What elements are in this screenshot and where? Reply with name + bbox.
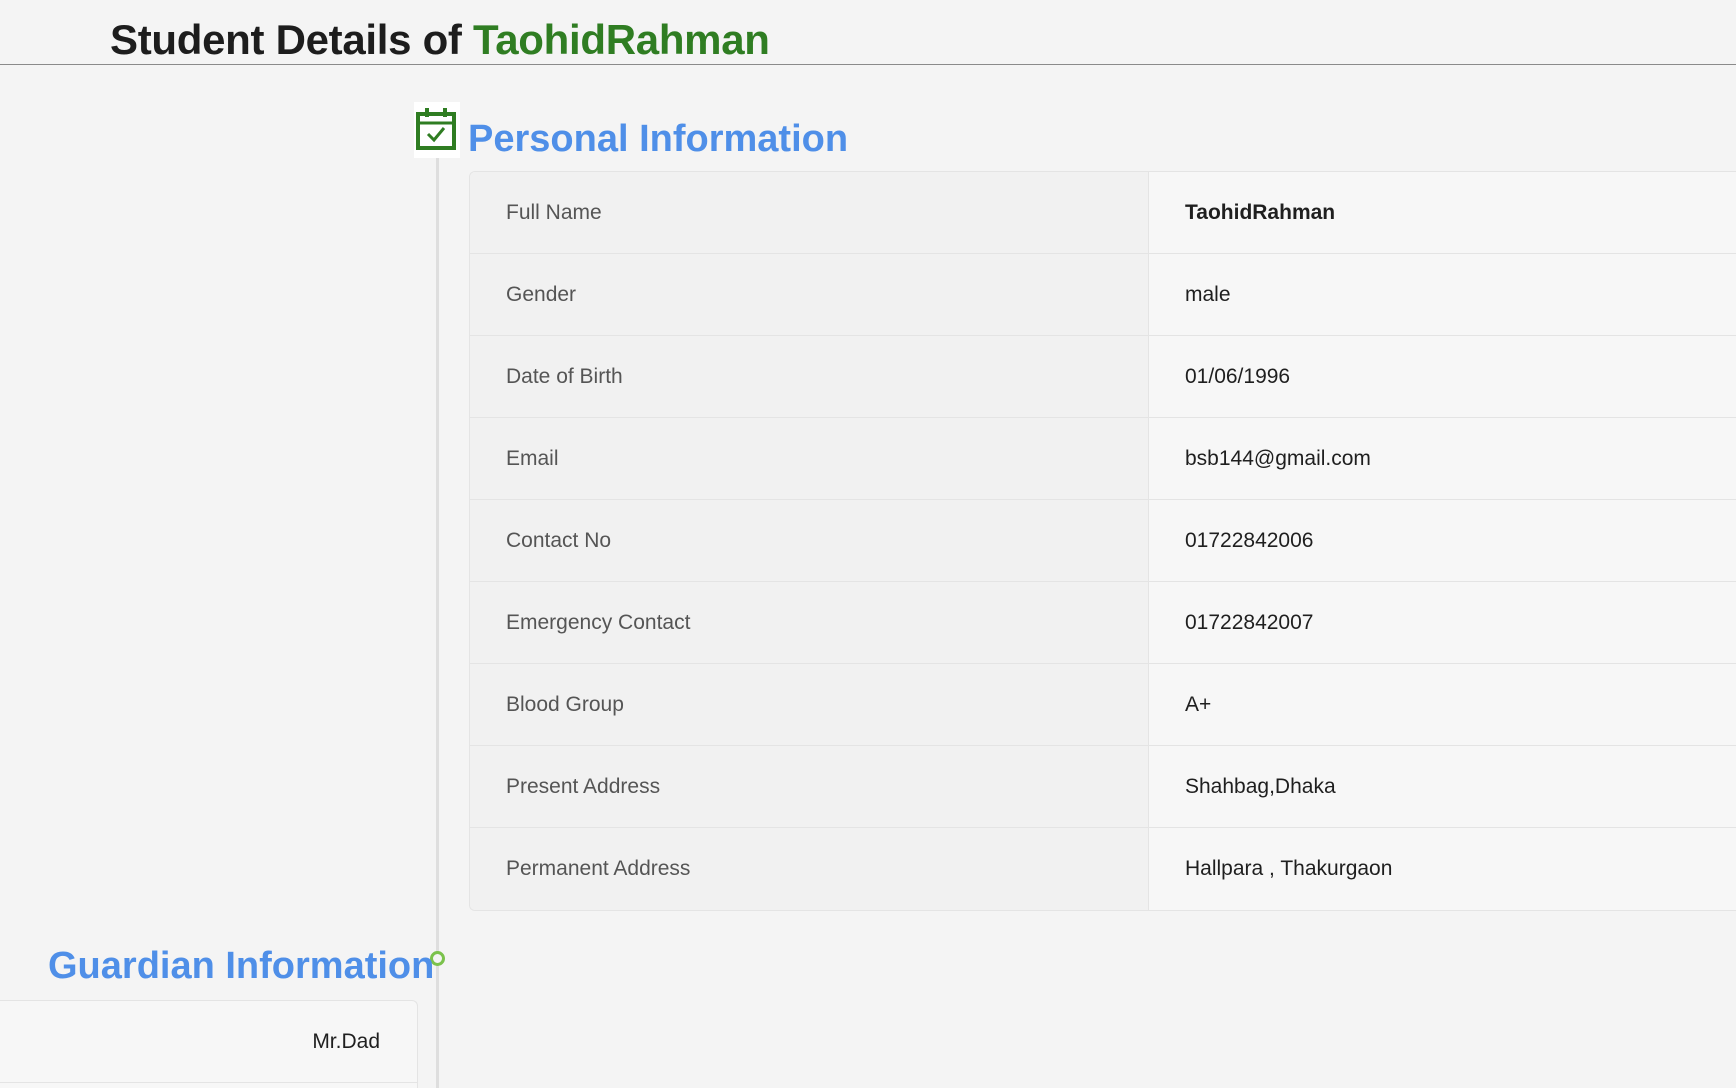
- table-row: Date of Birth 01/06/1996: [470, 336, 1736, 418]
- table-row: Permanent Address Hallpara , Thakurgaon: [470, 828, 1736, 910]
- timeline-line: [436, 150, 439, 1088]
- guardian-information-table: Mr.Dad: [0, 1000, 418, 1088]
- calendar-check-icon: [414, 102, 460, 158]
- row-value: A+: [1149, 664, 1736, 745]
- row-label: Full Name: [470, 172, 1149, 253]
- table-row: Emergency Contact 01722842007: [470, 582, 1736, 664]
- row-value: Mr.Dad: [312, 1029, 380, 1053]
- row-label: Gender: [470, 254, 1149, 335]
- page-title: Student Details of TaohidRahman: [110, 16, 770, 64]
- table-row: Email bsb144@gmail.com: [470, 418, 1736, 500]
- table-row: Present Address Shahbag,Dhaka: [470, 746, 1736, 828]
- row-value: Hallpara , Thakurgaon: [1149, 828, 1736, 910]
- row-value: TaohidRahman: [1149, 172, 1736, 253]
- row-value: 01722842007: [1149, 582, 1736, 663]
- student-details-page: Student Details of TaohidRahman Personal…: [0, 0, 1736, 1088]
- row-label: Emergency Contact: [470, 582, 1149, 663]
- row-value: 01722842006: [1149, 500, 1736, 581]
- table-row: Full Name TaohidRahman: [470, 172, 1736, 254]
- row-label: Contact No: [470, 500, 1149, 581]
- table-row: Mr.Dad: [0, 1001, 417, 1083]
- page-title-prefix: Student Details of: [110, 16, 462, 63]
- personal-information-table: Full Name TaohidRahman Gender male Date …: [469, 171, 1736, 911]
- row-value: male: [1149, 254, 1736, 335]
- guardian-information-heading: Guardian Information: [48, 945, 435, 987]
- table-row: Contact No 01722842006: [470, 500, 1736, 582]
- student-name: TaohidRahman: [473, 16, 770, 63]
- row-label: Date of Birth: [470, 336, 1149, 417]
- row-value: bsb144@gmail.com: [1149, 418, 1736, 499]
- row-label: Blood Group: [470, 664, 1149, 745]
- row-label: Email: [470, 418, 1149, 499]
- row-value: Shahbag,Dhaka: [1149, 746, 1736, 827]
- page-header: Student Details of TaohidRahman: [0, 0, 1736, 65]
- row-label: Permanent Address: [470, 828, 1149, 910]
- table-row: Blood Group A+: [470, 664, 1736, 746]
- table-row: Gender male: [470, 254, 1736, 336]
- personal-information-heading: Personal Information: [468, 118, 849, 160]
- row-value: 01/06/1996: [1149, 336, 1736, 417]
- row-label: Present Address: [470, 746, 1149, 827]
